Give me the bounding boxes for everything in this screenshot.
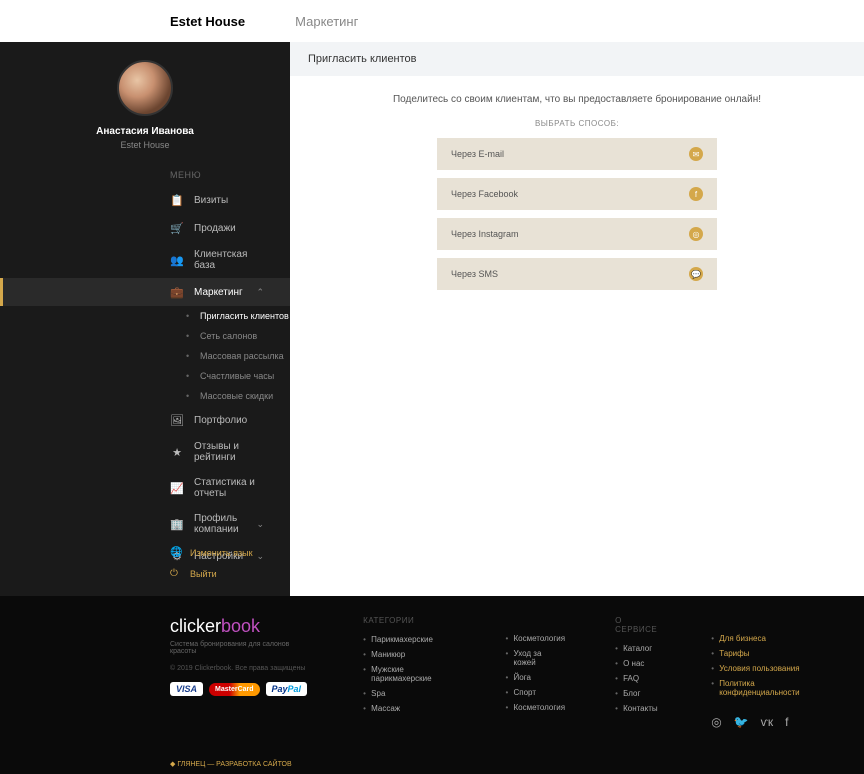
twitter-icon[interactable]: 🐦 [734, 715, 749, 729]
menu-label: Профиль компании [194, 513, 256, 535]
instagram-icon[interactable]: ◎ [711, 715, 721, 729]
footer-link[interactable]: Косметология [506, 703, 566, 712]
social-icons: ◎ 🐦 ⱱкf [711, 715, 824, 729]
footer-link[interactable]: Для бизнеса [711, 634, 824, 643]
method-icon: 💬 [689, 267, 703, 281]
menu-item-cart[interactable]: 🛒 Продажи [0, 214, 290, 242]
method-label: ВЫБРАТЬ СПОСОБ: [350, 119, 804, 128]
menu-item-users[interactable]: 👥 Клиентская база [0, 242, 290, 278]
footer-link[interactable]: Косметология [506, 634, 566, 643]
developer-credit[interactable]: ГЛЯНЕЦ — РАЗРАБОТКА САЙТОВ [170, 760, 292, 768]
page-description: Поделитесь со своим клиентам, что вы пре… [350, 94, 804, 105]
menu-item-calendar[interactable]: 📋 Визиты [0, 186, 290, 214]
menu-label: Маркетинг [194, 287, 256, 298]
footer-link[interactable]: Блог [615, 689, 661, 698]
footer: clickerbook Система бронирования для сал… [0, 596, 864, 774]
menu-label: Отзывы и рейтинги [194, 441, 270, 463]
footer-link[interactable]: Спорт [506, 688, 566, 697]
vk-icon[interactable]: ⱱк [761, 715, 773, 729]
users-icon: 👥 [170, 253, 184, 267]
paypal-icon: PayPal [266, 682, 308, 696]
section-name: Маркетинг [295, 14, 358, 29]
menu-label: МЕНЮ [0, 162, 290, 186]
mastercard-icon: MasterCard [209, 683, 260, 696]
building-icon: 🏢 [170, 517, 184, 531]
menu-item-chart[interactable]: 📈 Статистика и отчеты [0, 470, 290, 506]
invite-method-button[interactable]: Через E-mail✉ [437, 138, 717, 170]
sidebar: Анастасия Иванова Estet House МЕНЮ 📋 Визи… [0, 42, 290, 596]
menu-label: Статистика и отчеты [194, 477, 270, 499]
globe-icon: 🌐 [170, 547, 182, 558]
footer-link[interactable]: Тарифы [711, 649, 824, 658]
brand-name: Estet House [170, 14, 245, 29]
menu-label: Клиентская база [194, 249, 270, 271]
menu-item-image[interactable]: 🖼 Портфолио [0, 406, 290, 434]
calendar-icon: 📋 [170, 193, 184, 207]
menu-label: Портфолио [194, 415, 270, 426]
menu-label: Продажи [194, 223, 270, 234]
chevron-down-icon: ⌄ [256, 519, 264, 530]
invite-method-button[interactable]: Через Facebookf [437, 178, 717, 210]
footer-link[interactable]: FAQ [615, 674, 661, 683]
method-icon: ◎ [689, 227, 703, 241]
footer-copyright: © 2019 Clickerbook. Все права защищены [170, 665, 313, 672]
profile-block: Анастасия Иванова Estet House [0, 42, 290, 162]
content-area: Пригласить клиентов Поделитесь со своим … [290, 42, 864, 596]
footer-categories-title: КАТЕГОРИИ [363, 616, 455, 625]
bottom-item-globe[interactable]: 🌐Изменить язык [0, 542, 290, 563]
avatar[interactable] [117, 60, 173, 116]
submenu-item[interactable]: Массовая рассылка [186, 346, 290, 366]
footer-link[interactable]: Массаж [363, 704, 455, 713]
submenu-item[interactable]: Сеть салонов [186, 326, 290, 346]
submenu-item[interactable]: Счастливые часы [186, 366, 290, 386]
menu-item-briefcase[interactable]: 💼 Маркетинг⌃ [0, 278, 290, 306]
payment-badges: VISA MasterCard PayPal [170, 682, 313, 696]
footer-link[interactable]: Spa [363, 689, 455, 698]
top-bar: Estet House Маркетинг [0, 0, 864, 42]
facebook-icon[interactable]: f [785, 715, 788, 729]
footer-logo: clickerbook [170, 616, 313, 637]
star-icon: ★ [170, 445, 184, 459]
footer-link[interactable]: Парикмахерские [363, 635, 455, 644]
footer-link[interactable]: Йога [506, 673, 566, 682]
menu-label: Визиты [194, 195, 270, 206]
page-title: Пригласить клиентов [290, 42, 864, 76]
footer-link[interactable]: Каталог [615, 644, 661, 653]
submenu-item[interactable]: Массовые скидки [186, 386, 290, 406]
footer-tagline: Система бронирования для салонов красоты [170, 641, 313, 655]
visa-icon: VISA [170, 682, 203, 696]
bottom-item-power[interactable]: ⏻Выйти [0, 563, 290, 584]
cart-icon: 🛒 [170, 221, 184, 235]
footer-link[interactable]: Маникюр [363, 650, 455, 659]
footer-link[interactable]: Условия пользования [711, 664, 824, 673]
footer-link[interactable]: Мужские парикмахерские [363, 665, 455, 683]
footer-link[interactable]: Контакты [615, 704, 661, 713]
image-icon: 🖼 [170, 413, 184, 427]
briefcase-icon: 💼 [170, 285, 184, 299]
method-icon: ✉ [689, 147, 703, 161]
profile-name: Анастасия Иванова [0, 126, 290, 137]
invite-method-button[interactable]: Через Instagram◎ [437, 218, 717, 250]
profile-company: Estet House [0, 140, 290, 150]
footer-link[interactable]: Политика конфиденциальности [711, 679, 824, 697]
footer-link[interactable]: О нас [615, 659, 661, 668]
menu-item-star[interactable]: ★ Отзывы и рейтинги [0, 434, 290, 470]
footer-link[interactable]: Уход за кожей [506, 649, 566, 667]
power-icon: ⏻ [170, 568, 182, 579]
menu-item-building[interactable]: 🏢 Профиль компании⌄ [0, 506, 290, 542]
footer-service-title: О СЕРВИСЕ [615, 616, 661, 634]
chart-icon: 📈 [170, 481, 184, 495]
method-icon: f [689, 187, 703, 201]
chevron-up-icon: ⌃ [256, 287, 264, 298]
invite-method-button[interactable]: Через SMS💬 [437, 258, 717, 290]
submenu-item[interactable]: Пригласить клиентов [186, 306, 290, 326]
